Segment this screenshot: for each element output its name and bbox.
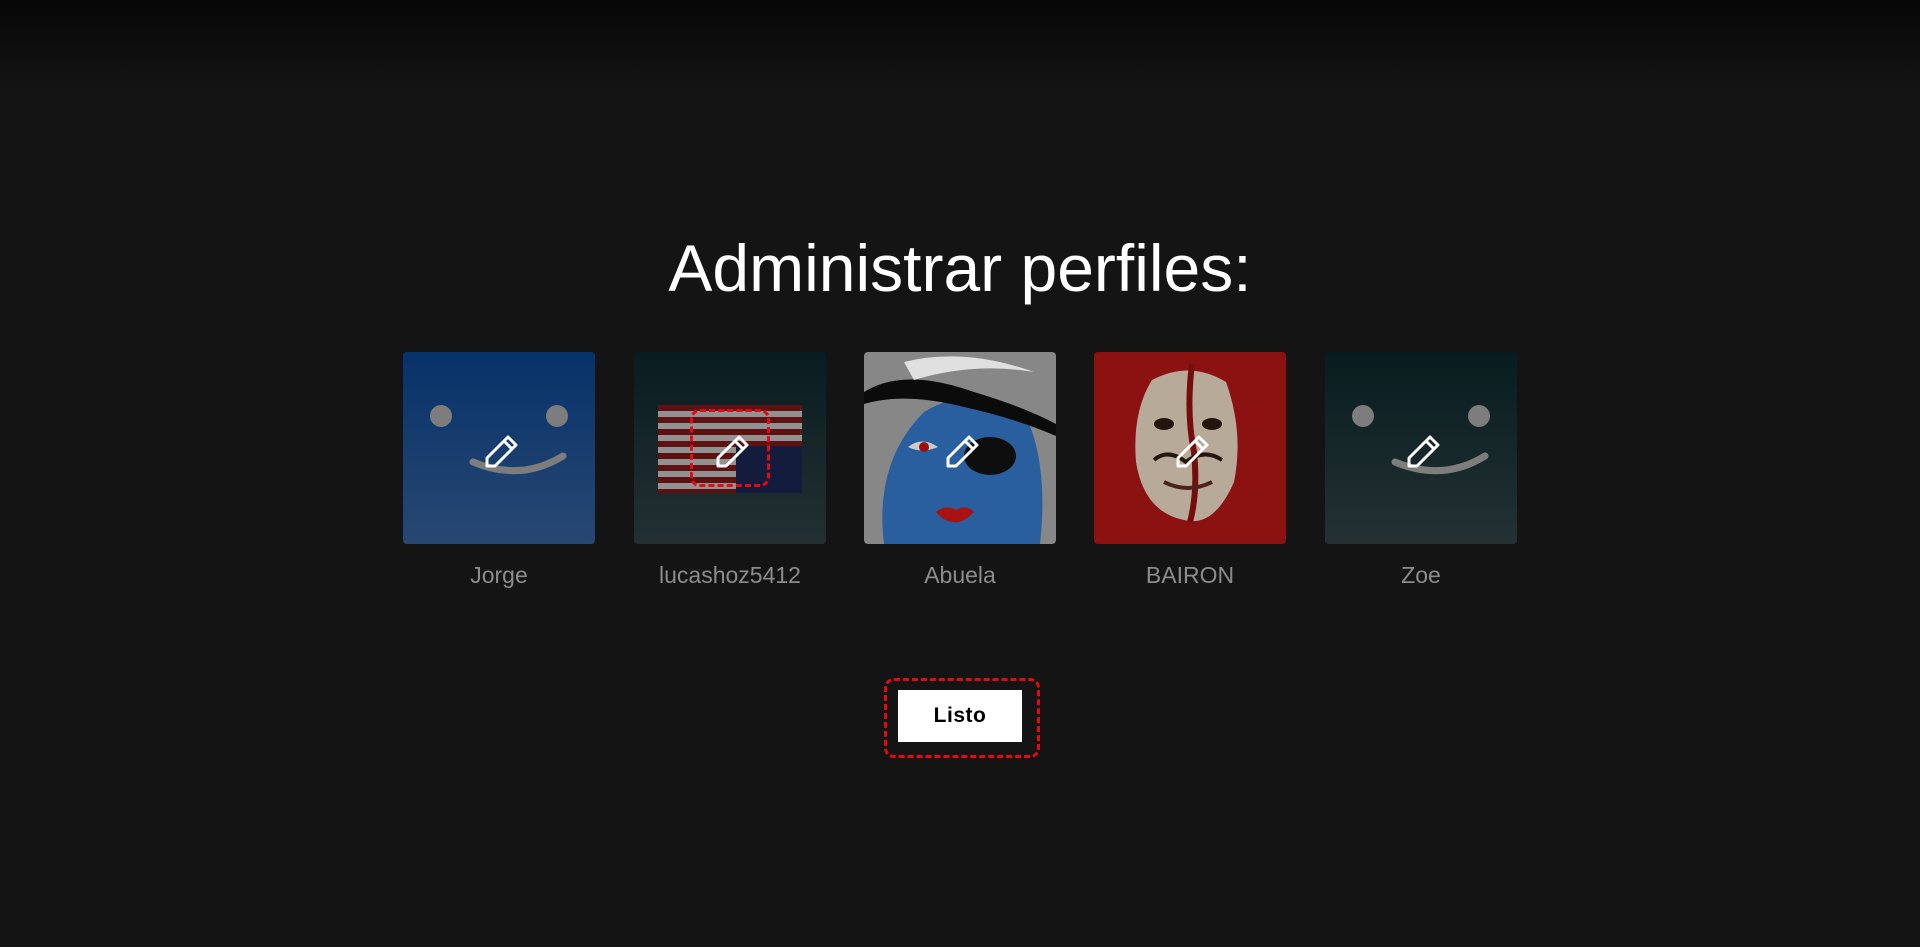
done-button[interactable]: Listo bbox=[898, 690, 1022, 742]
profile-name[interactable]: lucashoz5412 bbox=[634, 561, 826, 589]
profile-lucashoz5412[interactable]: lucashoz5412 bbox=[634, 352, 826, 589]
avatar[interactable] bbox=[634, 352, 826, 544]
avatar[interactable] bbox=[1094, 352, 1286, 544]
profile-name[interactable]: Abuela bbox=[864, 561, 1056, 589]
highlight-marker bbox=[690, 409, 770, 487]
profile-abuela[interactable]: Abuela bbox=[864, 352, 1056, 589]
pencil-icon[interactable] bbox=[479, 428, 519, 468]
profile-name[interactable]: BAIRON bbox=[1094, 561, 1286, 589]
profile-bairon[interactable]: BAIRON bbox=[1094, 352, 1286, 589]
pencil-icon[interactable] bbox=[940, 428, 980, 468]
profile-name[interactable]: Zoe bbox=[1325, 561, 1517, 589]
profile-zoe[interactable]: Zoe bbox=[1325, 352, 1517, 589]
profile-name[interactable]: Jorge bbox=[403, 561, 595, 589]
pencil-icon[interactable] bbox=[1170, 428, 1210, 468]
page-title: Administrar perfiles: bbox=[668, 231, 1252, 305]
avatar[interactable] bbox=[864, 352, 1056, 544]
pencil-icon[interactable] bbox=[1401, 428, 1441, 468]
profile-jorge[interactable]: Jorge bbox=[403, 352, 595, 589]
avatar[interactable] bbox=[403, 352, 595, 544]
top-gradient bbox=[0, 0, 1920, 90]
avatar[interactable] bbox=[1325, 352, 1517, 544]
